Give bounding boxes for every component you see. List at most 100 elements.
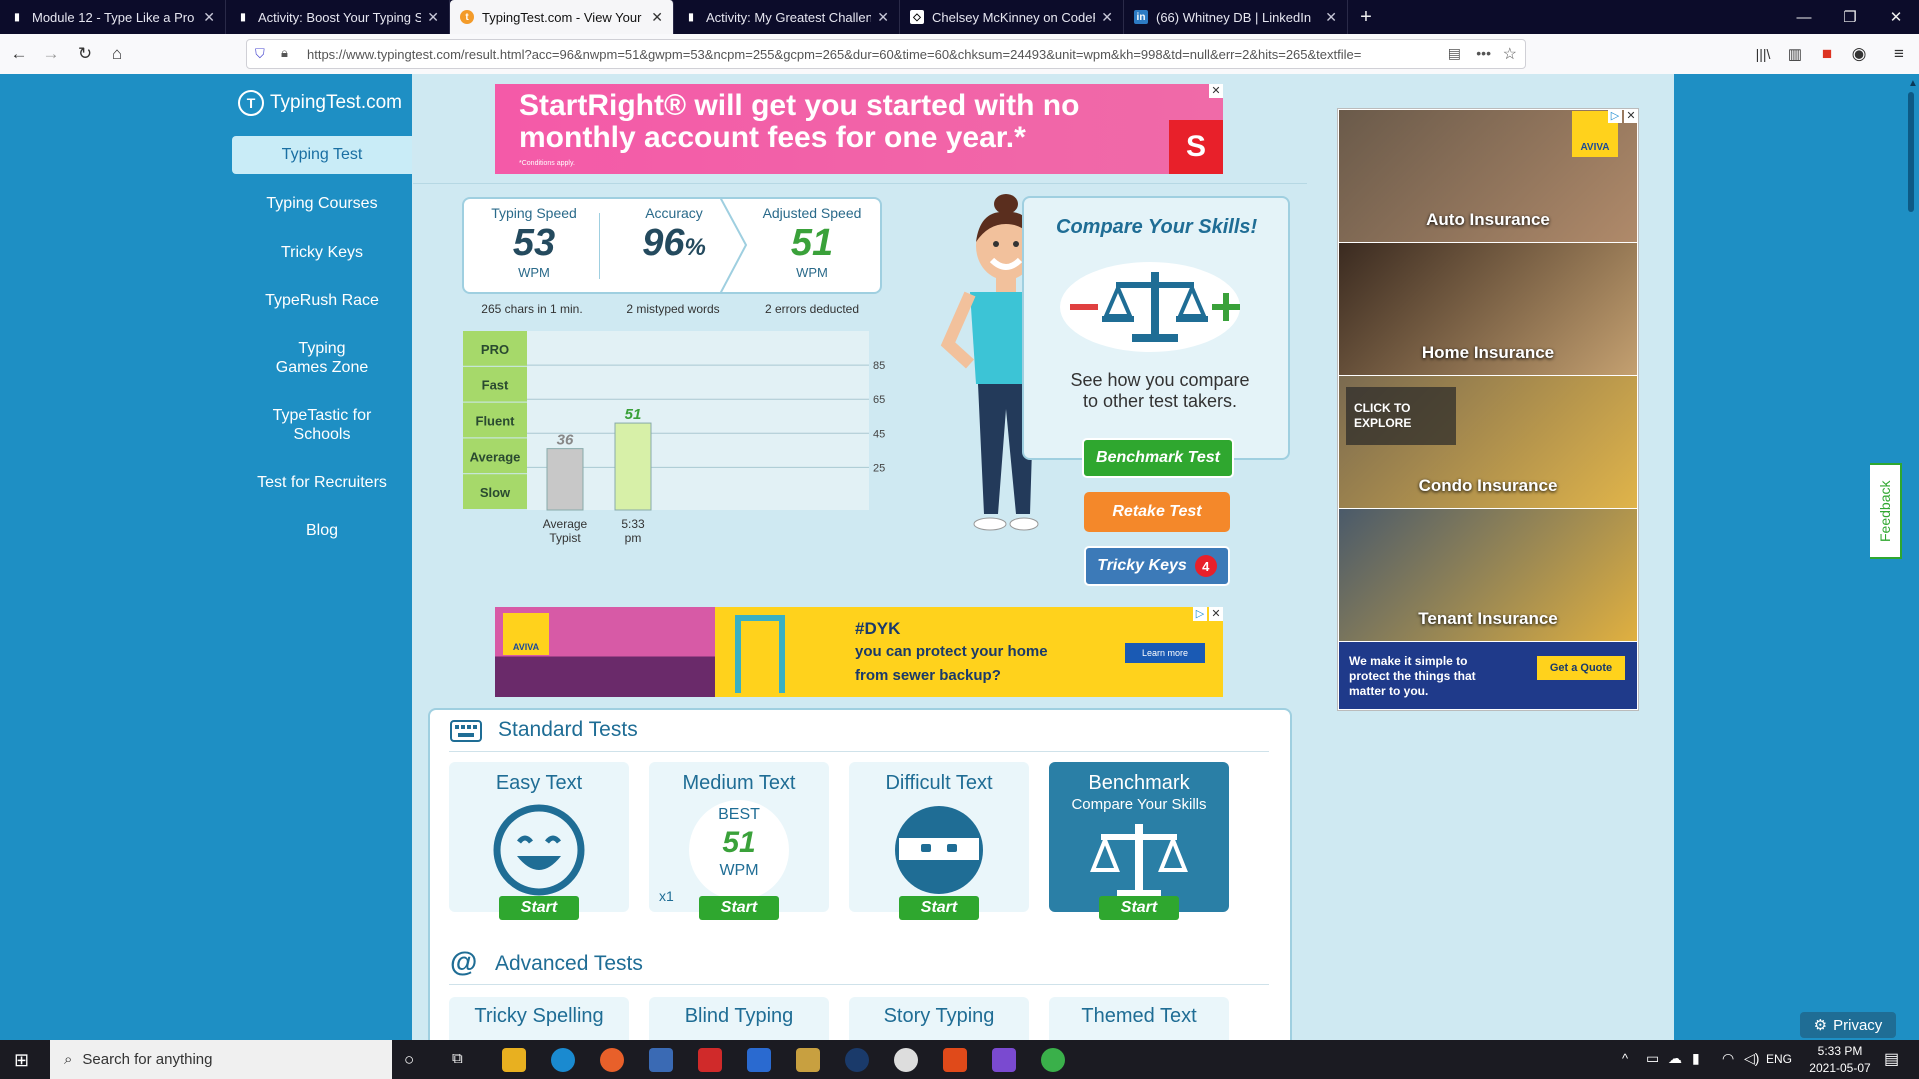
click-to-explore-label[interactable]: CLICK TO EXPLORE: [1346, 387, 1456, 445]
browser-tab[interactable]: ▮ Activity: Boost Your Typing Skil ✕: [226, 0, 450, 34]
forward-arrow-icon[interactable]: →: [40, 43, 62, 65]
ad-choices-icon[interactable]: ▷: [1193, 607, 1207, 621]
home-icon[interactable]: ⌂: [106, 43, 128, 65]
benchmark-test-button[interactable]: Benchmark Test: [1082, 438, 1234, 478]
start-button[interactable]: Start: [699, 896, 779, 920]
sidebar-item-tricky-keys[interactable]: Tricky Keys: [232, 243, 412, 262]
start-button[interactable]: Start: [899, 896, 979, 920]
retake-test-button[interactable]: Retake Test: [1084, 492, 1230, 532]
mail-icon[interactable]: [747, 1048, 771, 1072]
url-text[interactable]: https://www.typingtest.com/result.html?a…: [307, 47, 1487, 62]
wifi-icon[interactable]: ◠: [1722, 1050, 1734, 1067]
reload-icon[interactable]: ↻: [74, 43, 96, 65]
xbox-icon[interactable]: [894, 1048, 918, 1072]
start-button[interactable]: Start: [1099, 896, 1179, 920]
ad-close-icon[interactable]: ✕: [1209, 84, 1223, 98]
extension-icon[interactable]: ■: [1816, 43, 1838, 65]
get-quote-button[interactable]: Get a Quote: [1537, 656, 1625, 680]
edge-icon[interactable]: [551, 1048, 575, 1072]
easy-text-card[interactable]: Easy Text Start: [449, 762, 629, 920]
file-explorer-icon[interactable]: [502, 1048, 526, 1072]
wow-icon[interactable]: [796, 1048, 820, 1072]
middle-banner-ad[interactable]: AVIVA #DYK you can protect your home fro…: [495, 607, 1223, 697]
more-dots-icon[interactable]: •••: [1476, 45, 1491, 61]
ad-close-icon[interactable]: ✕: [1209, 607, 1223, 621]
tray-arrow-icon[interactable]: ^: [1622, 1051, 1628, 1066]
browser-tab[interactable]: ◇ Chelsey McKinney on CodePen ✕: [900, 0, 1124, 34]
reader-view-icon[interactable]: ▤: [1448, 45, 1461, 62]
benchmark-card[interactable]: Benchmark Compare Your Skills Start: [1049, 762, 1229, 920]
tray-device-icon[interactable]: ▭: [1646, 1050, 1659, 1067]
site-logo[interactable]: T TypingTest.com: [238, 90, 402, 116]
gift-app-icon[interactable]: [698, 1048, 722, 1072]
sidebar-item-typetastic[interactable]: TypeTastic for Schools: [232, 406, 412, 444]
library-icon[interactable]: |||\: [1752, 43, 1774, 65]
browser-tab-active[interactable]: t TypingTest.com - View Your Typ ✕: [450, 0, 674, 34]
task-view-icon[interactable]: ⧉: [452, 1050, 463, 1067]
restore-icon[interactable]: ❐: [1827, 0, 1873, 34]
close-icon[interactable]: ✕: [427, 9, 439, 26]
store-icon[interactable]: [649, 1048, 673, 1072]
scrollbar-thumb[interactable]: [1908, 92, 1914, 212]
onedrive-icon[interactable]: ☁: [1668, 1050, 1682, 1067]
learn-more-button[interactable]: Learn more: [1125, 643, 1205, 663]
minimize-icon[interactable]: —: [1781, 0, 1827, 34]
tricky-keys-button[interactable]: Tricky Keys 4: [1084, 546, 1230, 586]
feedback-tab[interactable]: Feedback: [1870, 463, 1902, 559]
difficult-text-card[interactable]: Difficult Text Start: [849, 762, 1029, 920]
language-indicator[interactable]: ENG: [1766, 1052, 1792, 1066]
scroll-up-icon[interactable]: ▲: [1908, 78, 1918, 89]
close-icon[interactable]: ✕: [877, 9, 889, 26]
notifications-icon[interactable]: ▤: [1884, 1049, 1899, 1069]
sidebar-item-typerush-race[interactable]: TypeRush Race: [232, 291, 412, 310]
close-icon[interactable]: ✕: [203, 9, 215, 26]
close-icon[interactable]: ✕: [1325, 9, 1337, 26]
tenant-insurance-tile[interactable]: Tenant Insurance: [1339, 509, 1637, 641]
button-label: Tricky Keys: [1097, 557, 1187, 574]
sidebar-toggle-icon[interactable]: ▥: [1784, 43, 1806, 65]
close-icon[interactable]: ✕: [1101, 9, 1113, 26]
privacy-label: Privacy: [1833, 1016, 1883, 1034]
level-label: Fast: [482, 378, 509, 393]
lock-icon[interactable]: 🔒︎: [281, 45, 288, 61]
windows-start-icon[interactable]: ⊞: [14, 1050, 29, 1071]
account-icon[interactable]: ◉: [1848, 43, 1870, 65]
browser-tab[interactable]: ▮ Module 12 - Type Like a Pro (Re ✕: [0, 0, 226, 34]
battery-icon[interactable]: ▮: [1692, 1050, 1700, 1067]
cortana-icon[interactable]: ○: [404, 1050, 414, 1070]
ad-choices-icon[interactable]: ▷: [1608, 109, 1622, 123]
sidebar-item-blog[interactable]: Blog: [232, 521, 412, 540]
ad-close-icon[interactable]: ✕: [1624, 109, 1638, 123]
sidebar-item-typing-test[interactable]: Typing Test: [232, 136, 412, 174]
discord-icon[interactable]: [992, 1048, 1016, 1072]
sidebar-item-typing-courses[interactable]: Typing Courses: [232, 194, 412, 213]
menu-hamburger-icon[interactable]: ≡: [1888, 43, 1910, 65]
office-icon[interactable]: [943, 1048, 967, 1072]
sidebar-item-test-for-recruiters[interactable]: Test for Recruiters: [232, 473, 412, 492]
browser-tab[interactable]: in (66) Whitney DB | LinkedIn ✕: [1124, 0, 1348, 34]
shield-icon[interactable]: ⛉: [255, 46, 265, 62]
card-title: Story Typing: [883, 1005, 995, 1027]
address-bar[interactable]: ⛉ 🔒︎ https://www.typingtest.com/result.h…: [246, 39, 1526, 69]
privacy-button[interactable]: ⚙ Privacy: [1800, 1012, 1896, 1038]
clock-date[interactable]: 2021-05-07: [1802, 1061, 1878, 1075]
new-tab-plus-icon[interactable]: +: [1348, 0, 1384, 34]
slack-icon[interactable]: [1041, 1048, 1065, 1072]
volume-icon[interactable]: ◁): [1744, 1050, 1759, 1067]
bookmark-star-icon[interactable]: ☆: [1503, 44, 1517, 64]
close-icon[interactable]: ✕: [651, 9, 663, 26]
back-arrow-icon[interactable]: ←: [8, 43, 30, 65]
window-close-icon[interactable]: ✕: [1873, 0, 1919, 34]
start-button[interactable]: Start: [499, 896, 579, 920]
sidebar-item-typing-games-zone[interactable]: Typing Games Zone: [232, 339, 412, 377]
home-insurance-tile[interactable]: Home Insurance: [1339, 243, 1637, 375]
clock-time[interactable]: 5:33 PM: [1810, 1044, 1870, 1058]
firefox-icon[interactable]: [600, 1048, 624, 1072]
taskbar-search[interactable]: ⌕ Search for anything: [50, 1040, 392, 1079]
right-insurance-ad[interactable]: Auto Insurance AVIVA Home Insurance Cond…: [1337, 108, 1639, 711]
browser-tab[interactable]: ▮ Activity: My Greatest Challenge ✕: [674, 0, 900, 34]
top-banner-ad[interactable]: StartRight® will get you started with no…: [495, 84, 1223, 174]
page-scrollbar[interactable]: ▲: [1905, 74, 1919, 1040]
steam-icon[interactable]: [845, 1048, 869, 1072]
medium-text-card[interactable]: Medium Text BEST 51 WPM x1 Start: [649, 762, 829, 920]
